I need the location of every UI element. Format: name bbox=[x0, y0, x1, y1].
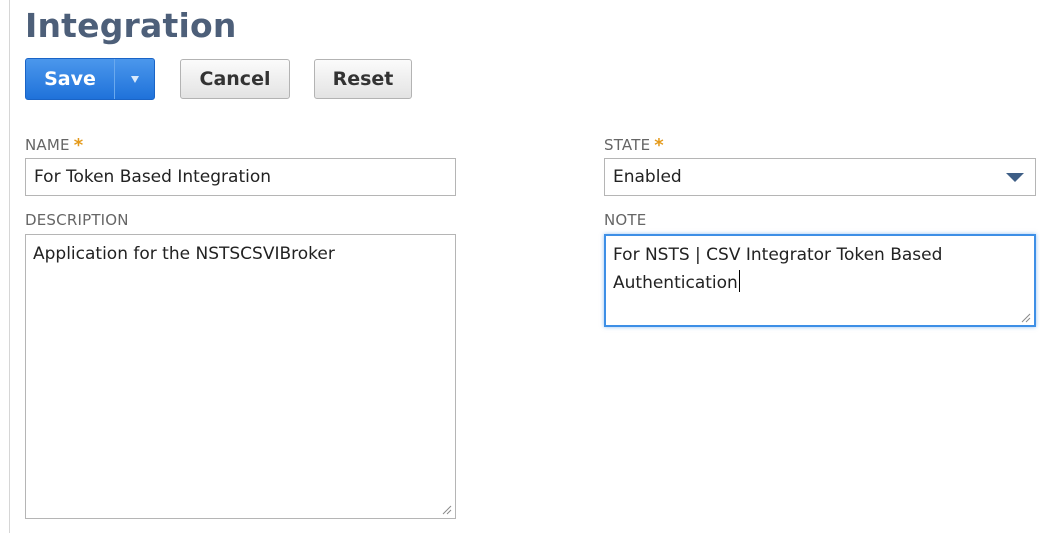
resize-grip-icon[interactable] bbox=[442, 505, 452, 515]
description-label: DESCRIPTION bbox=[25, 211, 129, 229]
state-label-text: STATE bbox=[604, 136, 651, 154]
note-textarea[interactable]: For NSTS | CSV Integrator Token Based Au… bbox=[604, 234, 1036, 327]
reset-button[interactable]: Reset bbox=[314, 59, 412, 99]
required-mark: * bbox=[654, 135, 664, 156]
page: Integration Save Cancel Reset NAME* STAT… bbox=[0, 0, 1040, 533]
note-label: NOTE bbox=[604, 211, 647, 229]
save-menu-button[interactable] bbox=[115, 59, 154, 99]
text-cursor bbox=[738, 270, 740, 292]
name-input[interactable] bbox=[25, 158, 456, 196]
cancel-button[interactable]: Cancel bbox=[180, 59, 290, 99]
required-mark: * bbox=[73, 135, 84, 156]
chevron-down-icon[interactable] bbox=[1006, 172, 1024, 182]
state-select-value: Enabled bbox=[613, 167, 682, 187]
description-textarea[interactable]: Application for the NSTSCSVIBroker bbox=[25, 234, 456, 519]
state-select[interactable]: Enabled bbox=[604, 158, 1036, 196]
name-label: NAME * bbox=[25, 134, 84, 156]
left-divider bbox=[9, 0, 10, 533]
save-split-button: Save bbox=[25, 58, 155, 100]
dropdown-triangle-icon bbox=[130, 76, 139, 83]
resize-grip-icon[interactable] bbox=[1021, 313, 1031, 323]
page-title: Integration bbox=[25, 6, 237, 45]
save-button[interactable]: Save bbox=[26, 59, 114, 99]
note-text: For NSTS | CSV Integrator Token Based Au… bbox=[613, 245, 943, 293]
description-text: Application for the NSTSCSVIBroker bbox=[33, 244, 335, 264]
state-label: STATE * bbox=[604, 134, 664, 156]
name-label-text: NAME bbox=[25, 136, 70, 154]
